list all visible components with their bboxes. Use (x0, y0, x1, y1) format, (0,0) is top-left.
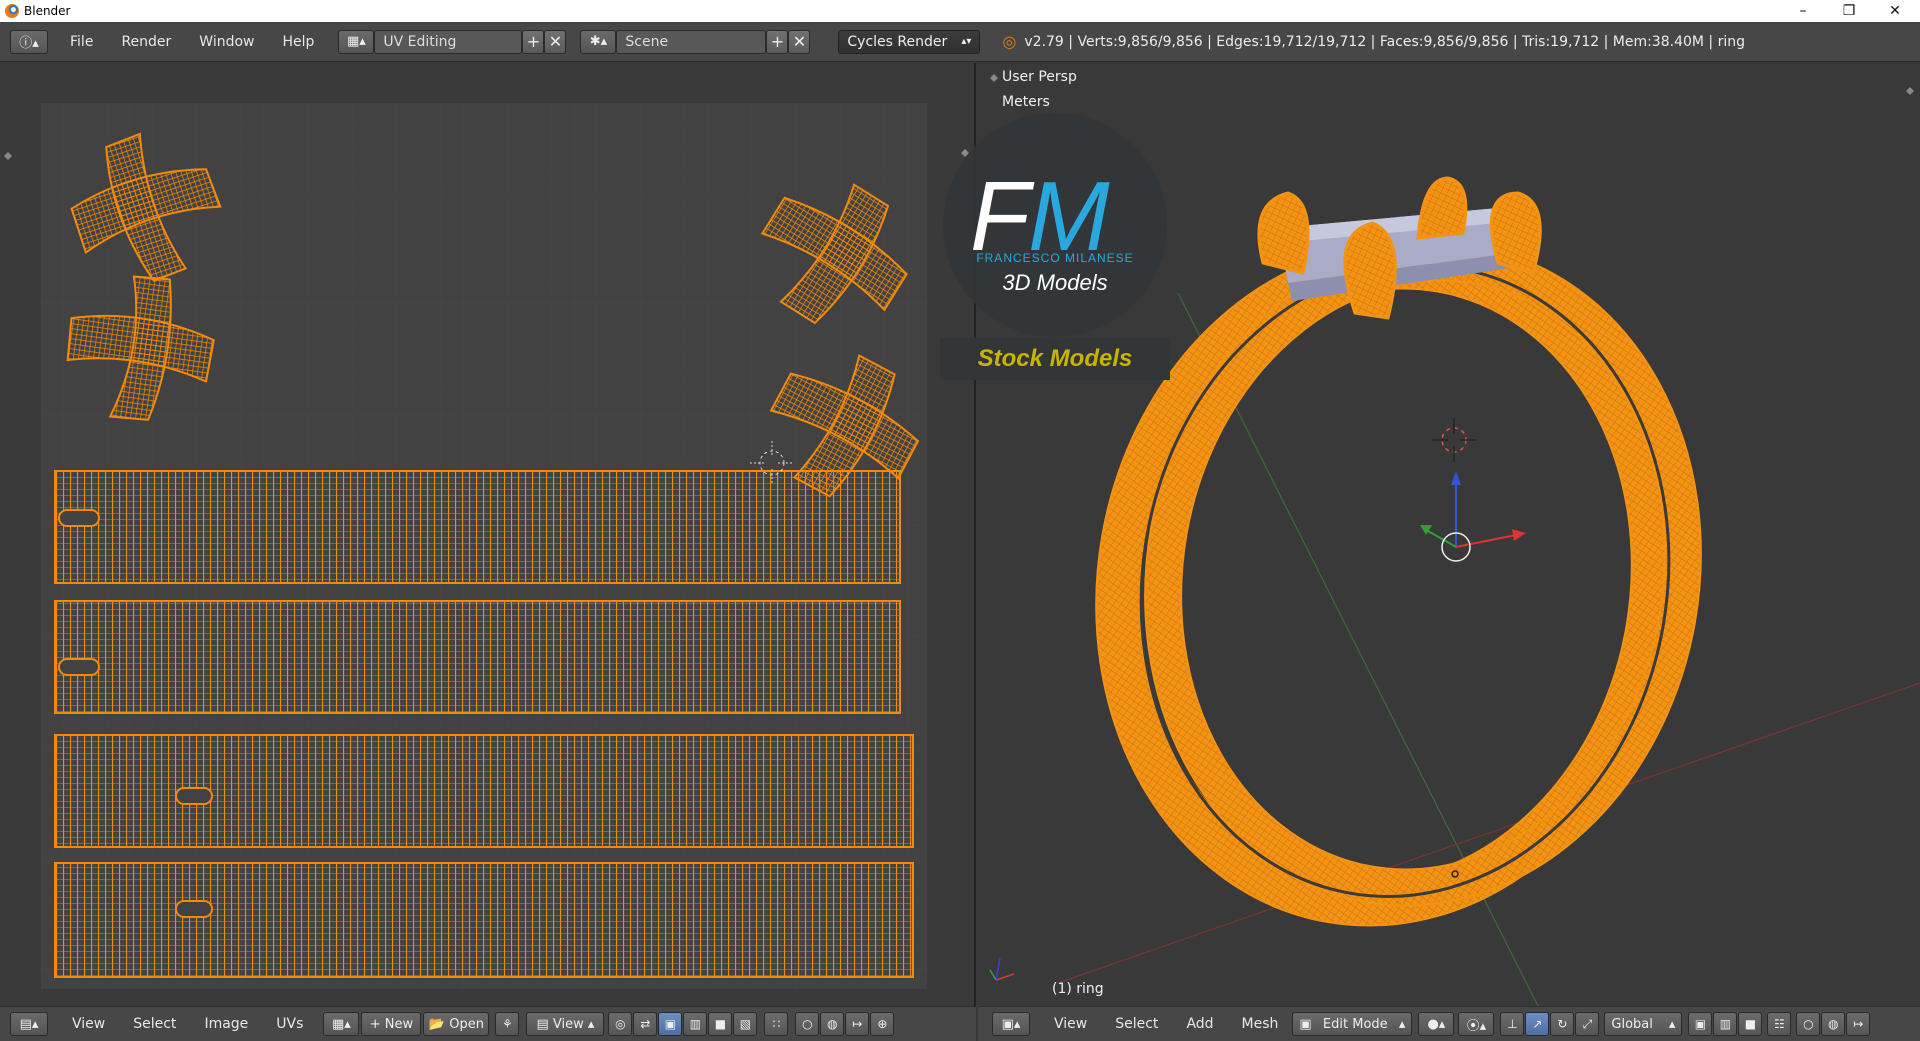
new-image-button[interactable]: + New (361, 1012, 422, 1036)
close-icon[interactable]: ✕ (1872, 0, 1918, 22)
window-title: Blender (24, 4, 71, 18)
view-mode-dropdown[interactable]: ▤ View ▴ (526, 1012, 605, 1036)
translate-manipulator-icon[interactable]: ↗ (1525, 1012, 1550, 1036)
3d-menu-view[interactable]: View (1040, 1016, 1101, 1032)
3d-view-header: ▣▴ View Select Add Mesh ▣ Edit Mode ▴ ●▴ ⦿… (978, 1006, 1920, 1041)
3d-menu-select[interactable]: Select (1101, 1016, 1172, 1032)
new-image-label: New (384, 1016, 414, 1032)
3d-menu-mesh[interactable]: Mesh (1228, 1016, 1293, 1032)
mode-dropdown[interactable]: ▣ Edit Mode ▴ (1292, 1012, 1413, 1036)
uv-island-strip-1[interactable] (54, 470, 901, 584)
add-screen-icon[interactable]: + (522, 29, 545, 54)
prong-3[interactable] (1489, 191, 1542, 275)
units-label: Meters (1002, 94, 1050, 110)
remove-screen-icon[interactable]: ✕ (544, 29, 567, 54)
restore-icon[interactable]: ❐ (1826, 0, 1872, 22)
prong-4[interactable] (1416, 176, 1468, 240)
blender-logo-icon (5, 4, 19, 18)
render-engine-dropdown[interactable]: Cycles Render ▴▾ (838, 29, 981, 54)
vertex-select-mode-icon[interactable]: ▣ (1688, 1012, 1713, 1036)
uv-menu-uvs[interactable]: UVs (262, 1016, 317, 1032)
island-select-icon[interactable]: ▧ (733, 1012, 758, 1036)
manipulator-toggle-icon[interactable]: ⊥ (1500, 1012, 1525, 1036)
window-title-bar: Blender – ❐ ✕ (0, 0, 1920, 22)
scale-manipulator-icon[interactable]: ⤢ (1575, 1012, 1600, 1036)
view-mode-label: View (552, 1016, 584, 1032)
occlude-geometry-icon[interactable]: ☷ (1767, 1012, 1792, 1036)
scene-field[interactable]: Scene (616, 29, 767, 54)
uv-menu-select[interactable]: Select (119, 1016, 190, 1032)
blender-info-icon: ◎ (1002, 32, 1017, 51)
screen-layout-field[interactable]: UV Editing (374, 29, 523, 54)
uv-island-strip-4[interactable] (54, 862, 914, 978)
uv-island-strip-3[interactable] (54, 734, 914, 848)
menu-window[interactable]: Window (185, 34, 268, 50)
editor-type-3d-icon[interactable]: ▣▴ (992, 1012, 1030, 1036)
scene-statistics: v2.79 | Verts:9,856/9,856 | Edges:19,712… (1024, 33, 1745, 50)
editor-type-info-icon[interactable]: ⓘ▴ (10, 29, 48, 54)
image-browse-icon[interactable]: ▦▴ (323, 1012, 360, 1036)
sync-selection-icon[interactable]: ⇄ (633, 1012, 658, 1036)
3d-menu-add[interactable]: Add (1172, 1016, 1227, 1032)
proportional-edit-icon[interactable]: ○ (795, 1012, 820, 1036)
pivot-icon[interactable]: ◎ (608, 1012, 633, 1036)
view-axis-gizmo-icon (989, 957, 1015, 981)
edge-select-mode-icon[interactable]: ▥ (1713, 1012, 1738, 1036)
face-select-icon[interactable]: ■ (708, 1012, 733, 1036)
scene-icon[interactable]: ✱▴ (580, 29, 617, 54)
open-image-button[interactable]: 📂 Open (423, 1012, 490, 1036)
menu-file[interactable]: File (56, 34, 107, 50)
prong-1[interactable] (1257, 191, 1310, 275)
orientation-dropdown[interactable]: Global ▴ (1604, 1012, 1683, 1036)
pivot-point-icon[interactable]: ⦿▴ (1458, 1012, 1495, 1036)
logo-banner: Stock Models (978, 345, 1133, 372)
3d-cursor-icon (1432, 418, 1476, 462)
area-corner-topleft-icon[interactable] (990, 74, 998, 82)
snap-element-icon[interactable]: ↦ (1846, 1012, 1871, 1036)
uv-menu-view[interactable]: View (58, 1016, 119, 1032)
rotate-manipulator-icon[interactable]: ↻ (1550, 1012, 1575, 1036)
snap-target-icon[interactable]: ↦ (845, 1012, 870, 1036)
menu-render[interactable]: Render (107, 34, 185, 50)
vertex-select-icon[interactable]: ▣ (658, 1012, 683, 1036)
pin-icon[interactable]: ⚘ (495, 1012, 520, 1036)
uv-image-editor[interactable] (0, 63, 976, 1006)
mode-label: Edit Mode (1322, 1016, 1388, 1032)
remove-scene-icon[interactable]: ✕ (788, 29, 811, 54)
open-image-label: Open (449, 1016, 484, 1032)
snap-toggle-icon[interactable]: ◍ (1821, 1012, 1846, 1036)
viewport-shading-icon[interactable]: ●▴ (1418, 1012, 1455, 1036)
uv-sculpt-icon[interactable]: ⊕ (870, 1012, 895, 1036)
info-header: ⓘ▴ File Render Window Help ▦▴ UV Editing… (0, 22, 1920, 62)
proportional-editing-icon[interactable]: ○ (1796, 1012, 1821, 1036)
uv-island-strip-2[interactable] (54, 600, 901, 714)
area-corner-left-icon[interactable] (4, 152, 12, 160)
edge-select-icon[interactable]: ▥ (683, 1012, 708, 1036)
uv-canvas[interactable] (0, 63, 976, 1006)
render-engine-label: Cycles Render (847, 33, 948, 50)
area-corner-topright-icon[interactable] (1906, 87, 1914, 95)
menu-help[interactable]: Help (268, 34, 328, 50)
snap-icon[interactable]: ◍ (820, 1012, 845, 1036)
chevron-updown-icon: ▴▾ (961, 36, 972, 47)
screen-layout-icon[interactable]: ▦▴ (338, 29, 375, 54)
watermark-logo: F M FRANCESCO MILANESE 3D Models Stock M… (940, 110, 1170, 380)
editor-type-image-icon[interactable]: ▤▴ (10, 1012, 48, 1036)
view-name-label: User Persp (1002, 69, 1077, 85)
sticky-mode-icon[interactable]: ∷ (764, 1012, 789, 1036)
face-select-mode-icon[interactable]: ■ (1738, 1012, 1763, 1036)
logo-subtitle: 3D Models (1002, 270, 1107, 295)
add-scene-icon[interactable]: + (766, 29, 789, 54)
object-name-label: (1) ring (1052, 981, 1104, 997)
prong-2[interactable] (1343, 221, 1397, 320)
logo-author: FRANCESCO MILANESE (976, 251, 1133, 265)
uv-menu-image[interactable]: Image (190, 1016, 262, 1032)
transform-manipulator-icon[interactable] (1420, 471, 1526, 562)
uv-editor-header: ▤▴ View Select Image UVs ▦▴ + New 📂 Open… (0, 1006, 976, 1041)
orientation-label: Global (1611, 1016, 1653, 1032)
minimize-icon[interactable]: – (1780, 0, 1826, 22)
